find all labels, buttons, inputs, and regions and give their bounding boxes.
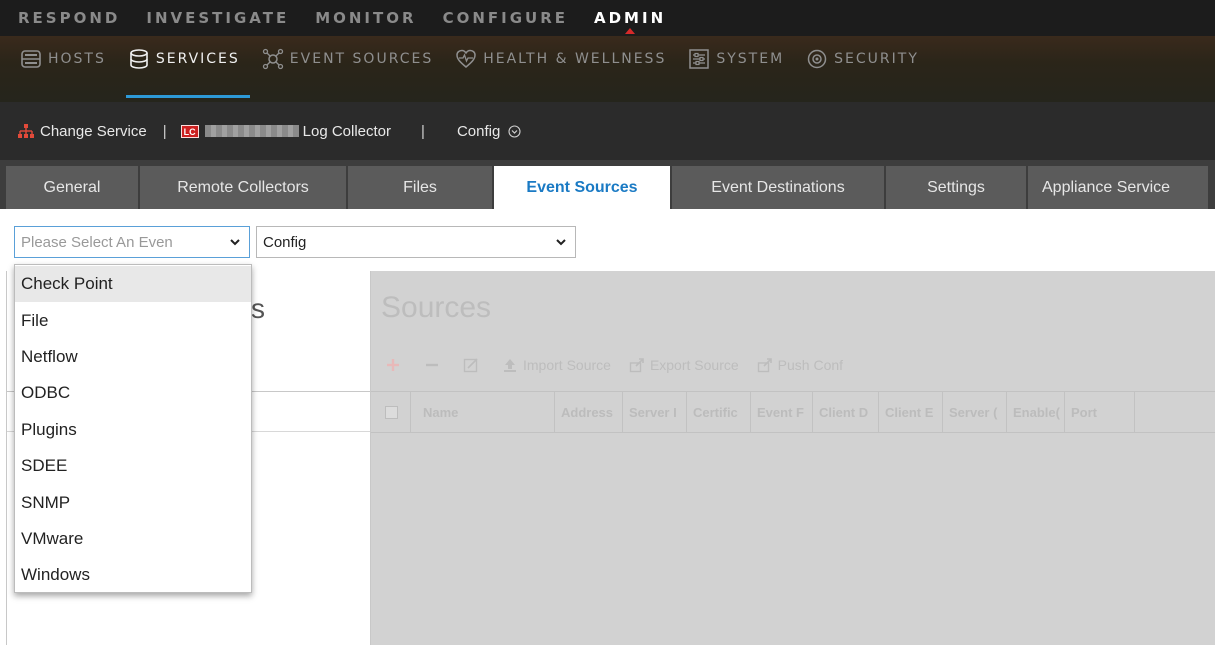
- subnav-event-sources[interactable]: EVENT SOURCES: [262, 36, 445, 82]
- remove-button[interactable]: [424, 357, 445, 373]
- dropdown-option[interactable]: Windows: [15, 557, 251, 593]
- view-label: Config: [456, 122, 501, 140]
- select-all-checkbox[interactable]: [385, 405, 398, 419]
- topnav-investigate[interactable]: INVESTIGATE: [146, 9, 289, 27]
- import-icon: [502, 357, 523, 373]
- dropdown-option[interactable]: Plugins: [15, 412, 251, 448]
- tab-appliance-service[interactable]: Appliance Service: [1028, 166, 1208, 209]
- edit-button[interactable]: [463, 357, 484, 373]
- subnav-health-wellness-label: HEALTH & WELLNESS: [483, 51, 667, 67]
- sliders-icon: [688, 48, 710, 70]
- tab-settings[interactable]: Settings: [886, 166, 1026, 209]
- event-type-dropdown-list: Check Point File Netflow ODBC Plugins SD…: [14, 264, 252, 593]
- push-icon: [757, 357, 778, 373]
- topnav-admin[interactable]: ADMIN: [594, 9, 666, 34]
- column-header[interactable]: Server (: [943, 391, 1007, 433]
- column-header[interactable]: Event F: [751, 391, 813, 433]
- subnav-event-sources-label: EVENT SOURCES: [289, 51, 434, 67]
- dropdown-option[interactable]: SNMP: [15, 484, 251, 520]
- subnav-hosts[interactable]: HOSTS: [20, 36, 118, 82]
- chevron-down-icon: [555, 235, 567, 252]
- event-sources-icon: [262, 48, 284, 70]
- hosts-icon: [20, 48, 42, 70]
- subnav-system-label: SYSTEM: [716, 51, 785, 67]
- chevron-down-icon: [229, 235, 241, 252]
- column-header[interactable]: Certific: [687, 391, 751, 433]
- change-service-button[interactable]: Change Service: [18, 123, 147, 140]
- select-all-column: [371, 391, 411, 433]
- view-selector[interactable]: Config: [457, 123, 521, 140]
- push-conf-label: Push Conf: [777, 357, 844, 373]
- config-tabs: General Remote Collectors Files Event So…: [0, 160, 1215, 209]
- service-bar: Change Service | LC Log Collector | Conf…: [0, 102, 1215, 160]
- subnav-system[interactable]: SYSTEM: [688, 36, 796, 82]
- subnav-health-wellness[interactable]: HEALTH & WELLNESS: [455, 36, 678, 82]
- tab-event-destinations[interactable]: Event Destinations: [672, 166, 884, 209]
- hierarchy-icon: [18, 123, 34, 139]
- export-source-button[interactable]: Export Source: [629, 357, 739, 373]
- filter-row: Please Select An Even Config: [0, 209, 1215, 271]
- subnav-security-label: SECURITY: [834, 51, 919, 67]
- add-button[interactable]: [385, 357, 406, 373]
- log-collector-badge: LC: [180, 124, 199, 138]
- config-select[interactable]: Config: [256, 226, 576, 258]
- subnav-services[interactable]: SERVICES: [125, 36, 252, 98]
- plus-icon: [385, 357, 406, 373]
- dropdown-option[interactable]: Check Point: [15, 266, 251, 303]
- sources-table-header: Name Address Server I Certific Event F C…: [371, 391, 1215, 433]
- subnav-security[interactable]: SECURITY: [806, 36, 931, 82]
- database-icon: [128, 48, 150, 70]
- tab-event-sources[interactable]: Event Sources: [494, 166, 670, 209]
- import-source-label: Import Source: [523, 357, 611, 373]
- heartbeat-icon: [455, 48, 477, 70]
- service-name: Log Collector: [302, 122, 392, 140]
- export-source-label: Export Source: [649, 357, 739, 373]
- edit-icon: [463, 357, 484, 373]
- tab-general[interactable]: General: [6, 166, 138, 209]
- panel-title-fragment: s: [251, 293, 265, 324]
- dropdown-option[interactable]: Netflow: [15, 339, 251, 375]
- export-icon: [629, 357, 650, 373]
- column-header[interactable]: Client D: [813, 391, 879, 433]
- separator: |: [162, 122, 167, 140]
- dropdown-option[interactable]: VMware: [15, 521, 251, 557]
- import-source-button[interactable]: Import Source: [502, 357, 611, 373]
- dropdown-option[interactable]: ODBC: [15, 375, 251, 411]
- sources-toolbar: Import Source Export Source Push Conf: [385, 353, 861, 377]
- shield-gear-icon: [806, 48, 828, 70]
- sources-panel: Sources Import Source Export Source Push…: [371, 271, 1215, 645]
- topnav-respond[interactable]: RESPOND: [18, 9, 120, 27]
- dropdown-option[interactable]: File: [15, 302, 251, 338]
- column-header[interactable]: Address: [555, 391, 623, 433]
- subnav-services-label: SERVICES: [155, 51, 240, 67]
- tab-files[interactable]: Files: [348, 166, 492, 209]
- config-select-value: Config: [263, 233, 307, 251]
- column-header[interactable]: Enable(: [1007, 391, 1065, 433]
- event-type-placeholder: Please Select An Even: [21, 233, 173, 251]
- topnav-configure[interactable]: CONFIGURE: [443, 9, 568, 27]
- column-header[interactable]: Client E: [879, 391, 943, 433]
- top-nav: RESPOND INVESTIGATE MONITOR CONFIGURE AD…: [0, 0, 1215, 36]
- circle-chevron-down-icon: [508, 124, 521, 138]
- topnav-monitor[interactable]: MONITOR: [315, 9, 416, 27]
- subnav-hosts-label: HOSTS: [48, 51, 106, 67]
- column-header[interactable]: Server I: [623, 391, 687, 433]
- push-conf-button[interactable]: Push Conf: [757, 357, 843, 373]
- event-type-select[interactable]: Please Select An Even: [14, 226, 250, 258]
- minus-icon: [424, 357, 445, 373]
- column-header[interactable]: Name: [411, 391, 555, 433]
- sources-title: Sources: [381, 291, 492, 324]
- dropdown-option[interactable]: SDEE: [15, 448, 251, 484]
- column-header[interactable]: Port: [1065, 391, 1135, 433]
- redacted-hostname: [204, 125, 299, 137]
- separator: |: [421, 122, 425, 140]
- change-service-label: Change Service: [40, 122, 147, 140]
- tab-remote-collectors[interactable]: Remote Collectors: [140, 166, 346, 209]
- admin-subnav: HOSTS SERVICES EVENT SOURCES HEALTH & WE…: [0, 36, 1215, 102]
